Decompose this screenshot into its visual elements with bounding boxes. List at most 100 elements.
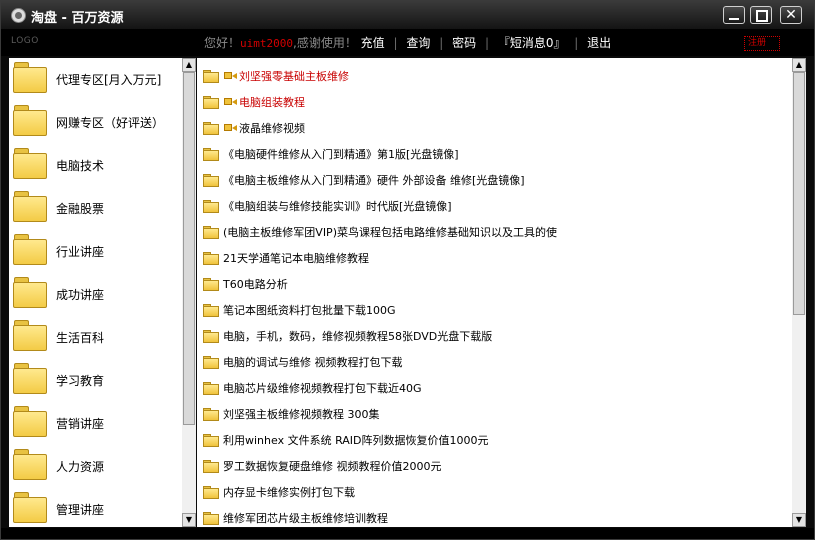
list-item-label: 利用winhex 文件系统 RAID阵列数据恢复价值1000元 xyxy=(223,434,489,447)
list-item[interactable]: 《电脑主板维修从入门到精通》硬件 外部设备 维修[光盘镜像] xyxy=(197,166,792,192)
sidebar-item[interactable]: 代理专区[月入万元] xyxy=(9,58,182,101)
folder-icon xyxy=(13,105,47,136)
username[interactable]: uimt2000 xyxy=(240,37,293,50)
video-icon xyxy=(224,98,238,106)
folder-icon xyxy=(13,320,47,351)
list-item[interactable]: 电脑芯片级维修视频教程打包下载近40G xyxy=(197,374,792,400)
sidebar-item[interactable]: 金融股票 xyxy=(9,187,182,230)
list-item[interactable]: 维修军团芯片级主板维修培训教程 xyxy=(197,504,792,527)
folder-icon xyxy=(203,486,219,499)
scroll-up-arrow-icon[interactable]: ▲ xyxy=(792,58,806,72)
sidebar-item-label: 电脑技术 xyxy=(56,159,105,173)
greeting-text: 您好！ xyxy=(204,36,241,50)
folder-icon xyxy=(203,226,219,239)
folder-icon xyxy=(13,449,47,480)
close-icon: ✕ xyxy=(785,7,797,23)
folder-icon xyxy=(203,122,219,135)
list-item-label: T60电路分析 xyxy=(223,278,288,291)
separator: | xyxy=(393,36,398,50)
folder-icon xyxy=(203,356,219,369)
list-item[interactable]: T60电路分析 xyxy=(197,270,792,296)
folder-icon xyxy=(203,382,219,395)
window-title: 淘盘 - 百万资源 xyxy=(31,11,124,26)
list-item[interactable]: 液晶维修视频 xyxy=(197,114,792,140)
sidebar-item[interactable]: 网赚专区（好评送） xyxy=(9,101,182,144)
scroll-thumb[interactable] xyxy=(183,72,195,425)
list-item[interactable]: 利用winhex 文件系统 RAID阵列数据恢复价值1000元 xyxy=(197,426,792,452)
folder-icon xyxy=(203,96,219,109)
sidebar-item[interactable]: 成功讲座 xyxy=(9,273,182,316)
register-badge[interactable]: 注册 xyxy=(744,36,780,51)
password-link[interactable]: 密码 xyxy=(452,36,476,50)
sidebar-item-label: 代理专区[月入万元] xyxy=(56,73,162,87)
close-button[interactable]: ✕ xyxy=(780,6,802,24)
sidebar-item-label: 营销讲座 xyxy=(56,417,105,431)
sidebar-item-label: 成功讲座 xyxy=(56,288,105,302)
list-item-label: 电脑的调试与维修 视频教程打包下载 xyxy=(223,356,403,369)
list-item[interactable]: 电脑组装教程 xyxy=(197,88,792,114)
list-item[interactable]: 《电脑组装与维修技能实训》时代版[光盘镜像] xyxy=(197,192,792,218)
maximize-button[interactable] xyxy=(750,6,772,24)
folder-icon xyxy=(13,277,47,308)
scroll-up-arrow-icon[interactable]: ▲ xyxy=(182,58,196,72)
list-item[interactable]: 《电脑硬件维修从入门到精通》第1版[光盘镜像] xyxy=(197,140,792,166)
list-item-label: 电脑组装教程 xyxy=(239,96,305,109)
list-item[interactable]: 内存显卡维修实例打包下载 xyxy=(197,478,792,504)
sidebar-item[interactable]: 管理讲座 xyxy=(9,488,182,527)
list-item-label: 液晶维修视频 xyxy=(239,122,305,135)
separator: | xyxy=(439,36,444,50)
separator: | xyxy=(574,36,579,50)
list-item[interactable]: 刘坚强主板维修视频教程 300集 xyxy=(197,400,792,426)
sidebar-item-label: 生活百科 xyxy=(56,331,105,345)
minimize-button[interactable] xyxy=(723,6,745,24)
list-item-label: 刘坚强零基础主板维修 xyxy=(239,70,349,83)
sidebar-item[interactable]: 电脑技术 xyxy=(9,144,182,187)
sidebar-item[interactable]: 营销讲座 xyxy=(9,402,182,445)
logo: LOGO xyxy=(11,36,39,46)
folder-icon xyxy=(203,304,219,317)
scroll-down-arrow-icon[interactable]: ▼ xyxy=(792,513,806,527)
scroll-down-arrow-icon[interactable]: ▼ xyxy=(182,513,196,527)
toolbar: LOGO 您好！uimt2000,感谢使用！ 充值 | 查询 | 密码 | 『短… xyxy=(1,29,814,56)
list-item[interactable]: 电脑的调试与维修 视频教程打包下载 xyxy=(197,348,792,374)
recharge-link[interactable]: 充值 xyxy=(361,36,385,50)
sidebar-item[interactable]: 人力资源 xyxy=(9,445,182,488)
query-link[interactable]: 查询 xyxy=(406,36,430,50)
list-item-label: 罗工数据恢复硬盘维修 视频教程价值2000元 xyxy=(223,460,442,473)
sidebar-item-label: 人力资源 xyxy=(56,460,105,474)
list-item-label: (电脑主板维修军团VIP)菜鸟课程包括电路维修基础知识以及工具的使 xyxy=(223,226,557,239)
folder-icon xyxy=(203,408,219,421)
logout-link[interactable]: 退出 xyxy=(587,36,611,50)
sidebar-scrollbar[interactable]: ▲ ▼ xyxy=(182,58,196,527)
separator: | xyxy=(484,36,489,50)
messages-link[interactable]: 『短消息0』 xyxy=(498,36,566,50)
thanks-text: ,感谢使用！ xyxy=(293,36,357,50)
list-item[interactable]: 刘坚强零基础主板维修 xyxy=(197,62,792,88)
list-scrollbar[interactable]: ▲ ▼ xyxy=(792,58,806,527)
sidebar-item-label: 行业讲座 xyxy=(56,245,105,259)
sidebar-item[interactable]: 生活百科 xyxy=(9,316,182,359)
sidebar-item[interactable]: 学习教育 xyxy=(9,359,182,402)
sidebar-item[interactable]: 行业讲座 xyxy=(9,230,182,273)
list-item-label: 笔记本图纸资料打包批量下载100G xyxy=(223,304,396,317)
folder-icon xyxy=(203,330,219,343)
list-item[interactable]: 21天学通笔记本电脑维修教程 xyxy=(197,244,792,270)
folder-icon xyxy=(13,406,47,437)
folder-icon xyxy=(13,234,47,265)
folder-icon xyxy=(203,252,219,265)
register-badge-label: 注册 xyxy=(748,38,767,48)
list-item-label: 《电脑主板维修从入门到精通》硬件 外部设备 维修[光盘镜像] xyxy=(223,174,525,187)
list-item[interactable]: (电脑主板维修军团VIP)菜鸟课程包括电路维修基础知识以及工具的使 xyxy=(197,218,792,244)
list-item[interactable]: 笔记本图纸资料打包批量下载100G xyxy=(197,296,792,322)
folder-icon xyxy=(203,278,219,291)
sidebar-item-label: 网赚专区（好评送） xyxy=(56,116,165,130)
app-logo-icon xyxy=(11,8,26,23)
title-bar[interactable]: 淘盘 - 百万资源 ✕ xyxy=(1,1,814,29)
video-icon xyxy=(224,72,238,80)
folder-icon xyxy=(203,200,219,213)
video-icon xyxy=(224,124,238,132)
list-item[interactable]: 电脑，手机，数码，维修视频教程58张DVD光盘下载版 xyxy=(197,322,792,348)
scroll-thumb[interactable] xyxy=(793,72,805,315)
list-item-label: 内存显卡维修实例打包下载 xyxy=(223,486,355,499)
list-item[interactable]: 罗工数据恢复硬盘维修 视频教程价值2000元 xyxy=(197,452,792,478)
